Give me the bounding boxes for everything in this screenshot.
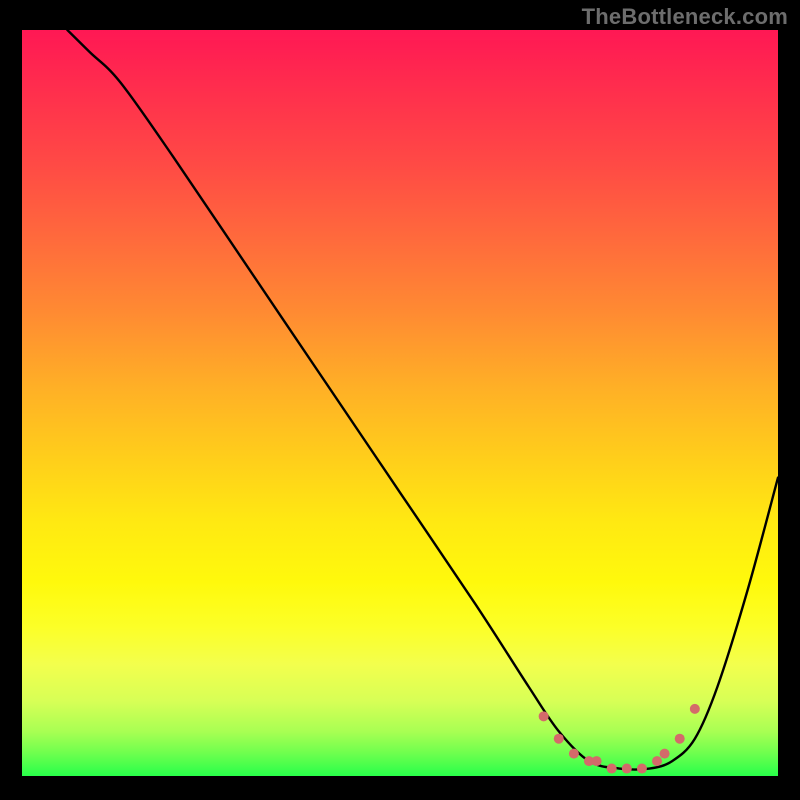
marker-dot xyxy=(569,749,579,759)
marker-dot xyxy=(592,756,602,766)
marker-dot xyxy=(637,764,647,774)
marker-dot xyxy=(652,756,662,766)
min-region-markers xyxy=(539,704,700,774)
watermark-text: TheBottleneck.com xyxy=(582,4,788,30)
marker-dot xyxy=(622,764,632,774)
curve-layer xyxy=(67,30,778,769)
marker-dot xyxy=(539,711,549,721)
marker-dot xyxy=(675,734,685,744)
bottleneck-curve xyxy=(67,30,778,769)
chart-svg xyxy=(22,30,778,776)
chart-plot-area xyxy=(22,30,778,776)
marker-dot xyxy=(690,704,700,714)
marker-dot xyxy=(660,749,670,759)
marker-dot xyxy=(607,764,617,774)
marker-dot xyxy=(554,734,564,744)
